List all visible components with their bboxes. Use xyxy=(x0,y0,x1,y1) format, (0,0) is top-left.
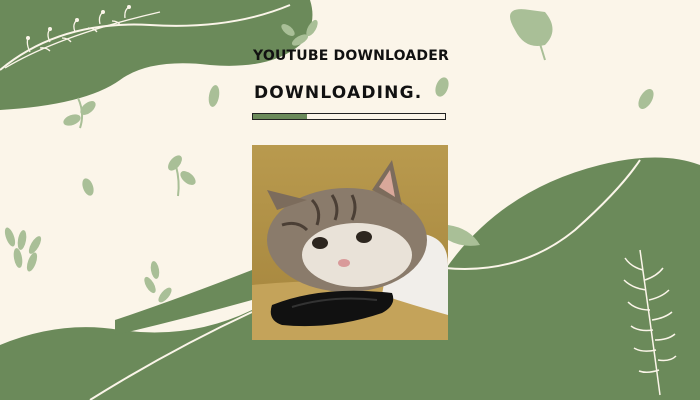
app-window: YOUTUBE DOWNLOADER DOWNLOADING. xyxy=(0,0,700,400)
download-progress-fill xyxy=(253,114,307,119)
download-status-text: DOWNLOADING. xyxy=(254,83,423,103)
download-progress-bar xyxy=(252,113,446,120)
app-title: YOUTUBE DOWNLOADER xyxy=(253,48,449,64)
video-thumbnail xyxy=(252,145,448,340)
cat-image xyxy=(252,145,448,340)
